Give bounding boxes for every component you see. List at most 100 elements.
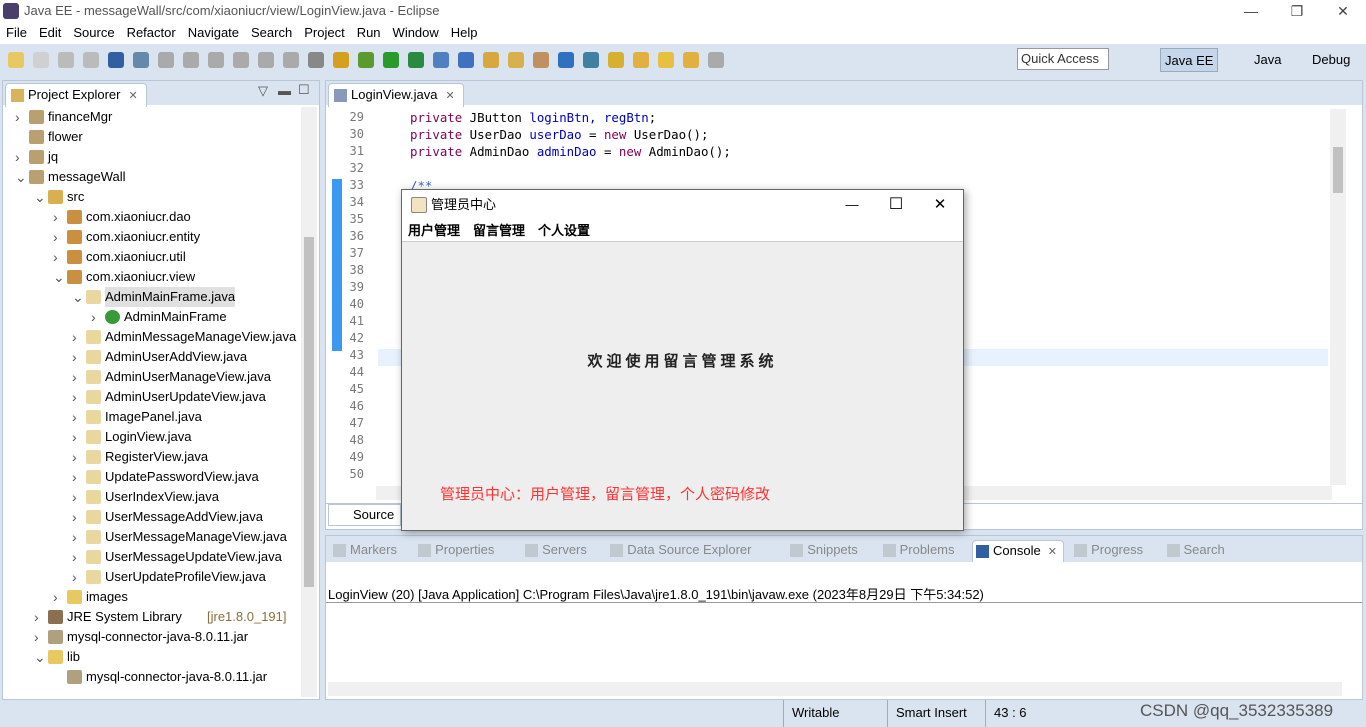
chevron-right-icon[interactable]: ›: [72, 507, 82, 527]
menu-message-management[interactable]: 留言管理: [473, 220, 525, 241]
tree-item[interactable]: ⌄ AdminMainFrame.java: [3, 287, 301, 307]
tree-item[interactable]: › JRE System Library [jre1.8.0_191]: [3, 607, 301, 627]
perspective-java-ee[interactable]: Java EE: [1160, 48, 1219, 72]
toolbar-button-icon[interactable]: [108, 52, 124, 68]
toolbar-button-icon[interactable]: [358, 52, 374, 68]
menu-navigate[interactable]: Navigate: [188, 22, 239, 44]
chevron-right-icon[interactable]: ›: [72, 427, 82, 447]
tree-item[interactable]: ⌄ messageWall: [3, 167, 301, 187]
console-hscroll[interactable]: [328, 682, 1342, 696]
tab-console[interactable]: Console ✕: [972, 540, 1064, 562]
tab-project-explorer[interactable]: Project Explorer ✕: [5, 83, 147, 107]
menu-user-management[interactable]: 用户管理: [408, 220, 460, 241]
tree-item[interactable]: › ImagePanel.java: [3, 407, 301, 427]
close-icon[interactable]: ✕: [446, 90, 455, 102]
menu-refactor[interactable]: Refactor: [127, 22, 176, 44]
toolbar-button-icon[interactable]: [183, 52, 199, 68]
menu-personal-settings[interactable]: 个人设置: [538, 220, 590, 241]
chevron-right-icon[interactable]: ›: [72, 327, 82, 347]
tab-progress[interactable]: Progress: [1071, 540, 1149, 562]
tab-servers[interactable]: Servers: [522, 540, 593, 562]
tree-item[interactable]: › UserIndexView.java: [3, 487, 301, 507]
explorer-scrollbar[interactable]: [301, 107, 317, 697]
toolbar-button-icon[interactable]: [383, 52, 399, 68]
perspective-java[interactable]: Java: [1250, 48, 1285, 72]
tab-snippets[interactable]: Snippets: [787, 540, 864, 562]
dialog-close-button[interactable]: ✕: [920, 190, 960, 220]
close-button[interactable]: ✕: [1320, 0, 1366, 22]
toolbar-button-icon[interactable]: [683, 52, 699, 68]
toolbar-button-icon[interactable]: [208, 52, 224, 68]
tree-item[interactable]: › AdminMessageManageView.java: [3, 327, 301, 347]
toolbar-button-icon[interactable]: [483, 52, 499, 68]
editor-scrollbar[interactable]: [1330, 109, 1346, 485]
toolbar-button-icon[interactable]: [658, 52, 674, 68]
tree-item[interactable]: › AdminUserAddView.java: [3, 347, 301, 367]
tree-item[interactable]: › UserMessageAddView.java: [3, 507, 301, 527]
menu-edit[interactable]: Edit: [39, 22, 61, 44]
source-tab[interactable]: Source: [328, 504, 402, 526]
menu-file[interactable]: File: [6, 22, 27, 44]
chevron-right-icon[interactable]: ›: [53, 587, 63, 607]
chevron-right-icon[interactable]: ›: [91, 307, 101, 327]
tree-item[interactable]: › RegisterView.java: [3, 447, 301, 467]
tree-item[interactable]: flower: [3, 127, 301, 147]
toolbar-button-icon[interactable]: [708, 52, 724, 68]
chevron-right-icon[interactable]: ›: [72, 447, 82, 467]
menu-source[interactable]: Source: [73, 22, 114, 44]
tree-item[interactable]: mysql-connector-java-8.0.11.jar: [3, 667, 301, 687]
minimize-button[interactable]: —: [1228, 0, 1274, 22]
tree-item[interactable]: › LoginView.java: [3, 427, 301, 447]
tree-item[interactable]: ⌄ lib: [3, 647, 301, 667]
minimize-icon[interactable]: ▬: [278, 83, 291, 98]
tab-loginview-java[interactable]: LoginView.java ✕: [328, 83, 464, 107]
dialog-minimize-button[interactable]: —: [832, 190, 872, 220]
close-icon[interactable]: ✕: [128, 90, 137, 102]
quick-access-input[interactable]: Quick Access: [1017, 48, 1109, 70]
chevron-right-icon[interactable]: ›: [72, 467, 82, 487]
view-menu-icon[interactable]: ▽: [258, 83, 268, 99]
tree-item[interactable]: › jq: [3, 147, 301, 167]
close-icon[interactable]: ✕: [1045, 546, 1057, 558]
toolbar-button-icon[interactable]: [458, 52, 474, 68]
tree-item[interactable]: › com.xiaoniucr.dao: [3, 207, 301, 227]
tab-search[interactable]: Search: [1164, 540, 1231, 562]
toolbar-button-icon[interactable]: [283, 52, 299, 68]
toolbar-button-icon[interactable]: [583, 52, 599, 68]
tree-item[interactable]: › AdminUserUpdateView.java: [3, 387, 301, 407]
chevron-down-icon[interactable]: ⌄: [72, 287, 84, 307]
toolbar-button-icon[interactable]: [333, 52, 349, 68]
tree-item[interactable]: › images: [3, 587, 301, 607]
tab-properties[interactable]: Properties: [415, 540, 500, 562]
menu-project[interactable]: Project: [304, 22, 344, 44]
chevron-right-icon[interactable]: ›: [15, 147, 25, 167]
toolbar-button-icon[interactable]: [633, 52, 649, 68]
tab-problems[interactable]: Problems: [880, 540, 961, 562]
perspective-debug[interactable]: Debug: [1308, 48, 1354, 72]
toolbar-button-icon[interactable]: [258, 52, 274, 68]
chevron-right-icon[interactable]: ›: [53, 207, 63, 227]
toolbar-button-icon[interactable]: [508, 52, 524, 68]
toolbar-button-icon[interactable]: [608, 52, 624, 68]
chevron-right-icon[interactable]: ›: [72, 367, 82, 387]
tree-item[interactable]: › com.xiaoniucr.util: [3, 247, 301, 267]
dialog-maximize-button[interactable]: ☐: [876, 190, 916, 220]
toolbar-button-icon[interactable]: [558, 52, 574, 68]
chevron-down-icon[interactable]: ⌄: [34, 187, 46, 207]
menu-run[interactable]: Run: [357, 22, 381, 44]
chevron-right-icon[interactable]: ›: [15, 107, 25, 127]
toolbar-button-icon[interactable]: [83, 52, 99, 68]
tab-markers[interactable]: Markers: [330, 540, 403, 562]
chevron-down-icon[interactable]: ⌄: [34, 647, 46, 667]
tree-item[interactable]: › com.xiaoniucr.entity: [3, 227, 301, 247]
maximize-icon[interactable]: ☐: [298, 82, 310, 98]
maximize-button[interactable]: ❐: [1274, 0, 1320, 22]
tree-item[interactable]: › UserMessageManageView.java: [3, 527, 301, 547]
chevron-right-icon[interactable]: ›: [72, 387, 82, 407]
tree-item[interactable]: ⌄ src: [3, 187, 301, 207]
toolbar-button-icon[interactable]: [33, 52, 49, 68]
chevron-right-icon[interactable]: ›: [72, 547, 82, 567]
toolbar-button-icon[interactable]: [308, 52, 324, 68]
toolbar-button-icon[interactable]: [8, 52, 24, 68]
menu-search[interactable]: Search: [251, 22, 292, 44]
